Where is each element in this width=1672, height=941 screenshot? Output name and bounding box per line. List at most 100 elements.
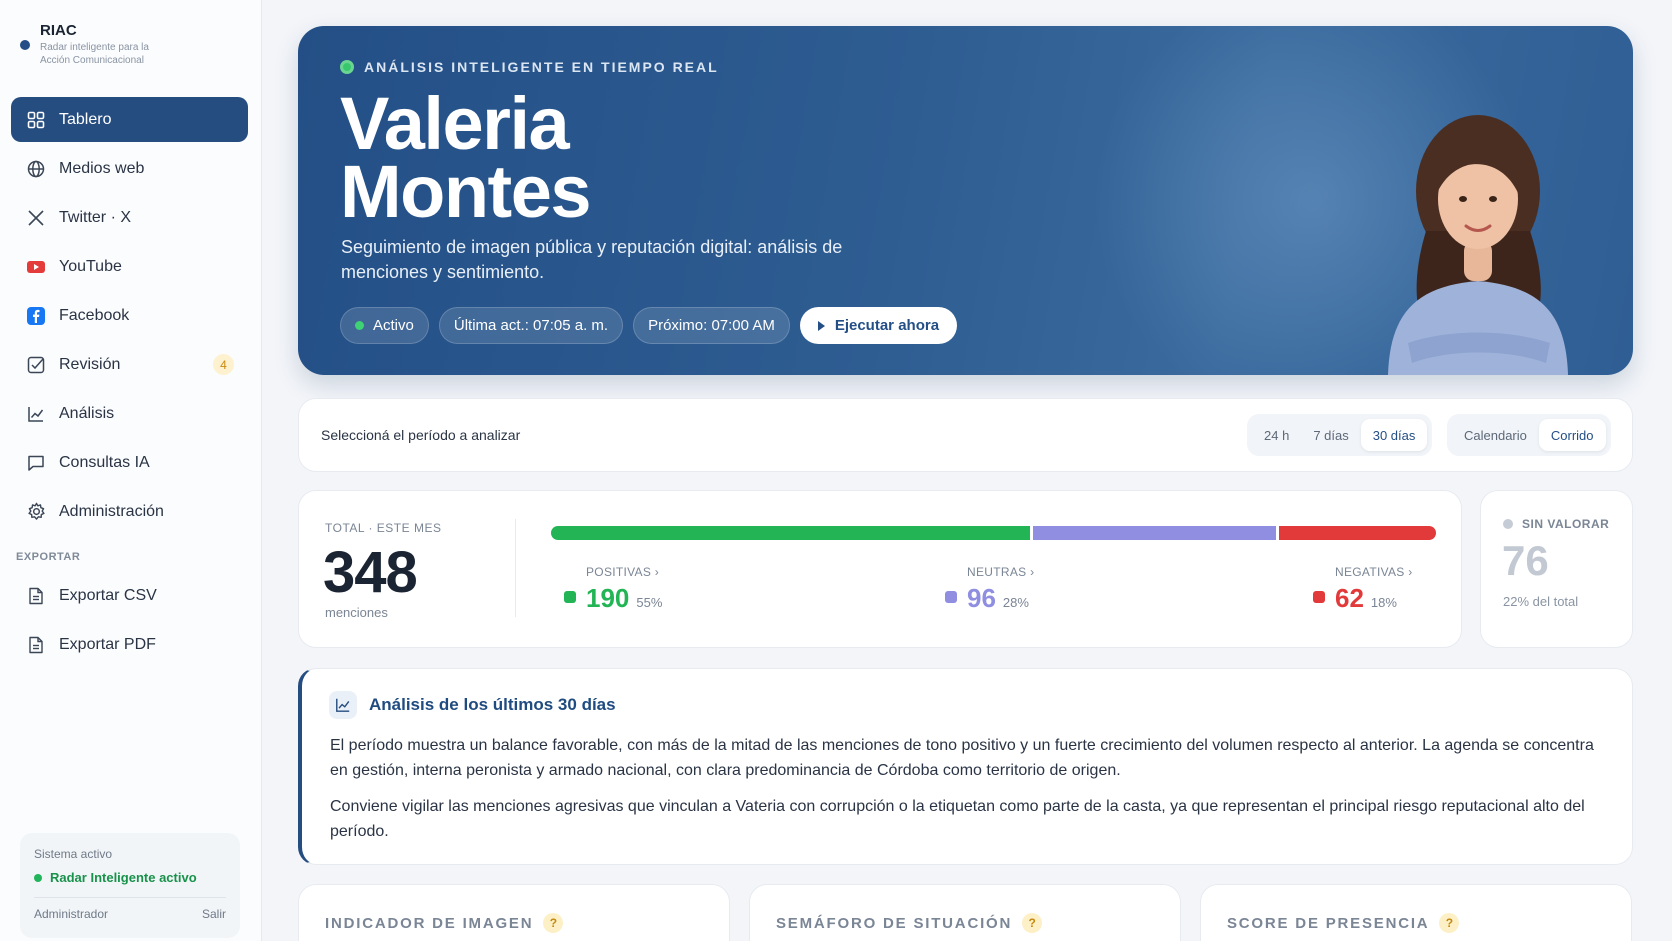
neutral-dot-icon [945,591,957,603]
negative-label: NEGATIVAS › [1335,565,1413,579]
range-segmented-control: 24 h 7 días 30 días [1247,414,1433,456]
system-status-card: Sistema activo Radar Inteligente activo … [20,833,240,938]
youtube-icon [25,256,47,278]
range-30d-button[interactable]: 30 días [1360,419,1428,451]
help-icon[interactable]: ? [1022,913,1043,933]
check-square-icon [25,354,47,376]
presence-score-card: SCORE DE PRESENCIA ? [1200,884,1632,941]
sidebar-item-label: Análisis [59,404,115,422]
sidebar-item-label: Twitter · X [59,208,132,226]
positive-segment [551,526,1030,540]
mode-segmented-control: Calendario Corrido [1447,414,1611,456]
profile-last-name: Montes [340,150,592,233]
sidebar-item-label: YouTube [59,257,122,275]
sidebar-item-medios-web[interactable]: Medios web [11,146,248,191]
file-icon [25,585,47,607]
total-mentions: 348 [323,540,418,605]
analysis-title: Análisis de los últimos 30 días [369,695,616,714]
period-selector: Seleccioná el período a analizar 24 h 7 … [298,398,1633,472]
last-update-pill: Última act.: 07:05 a. m. [438,307,624,344]
divider [515,519,516,617]
unrated-value: 76 [1502,537,1549,584]
profile-name: Valeria Montes [340,87,592,233]
facebook-icon [25,305,47,327]
positive-pct: 55% [636,595,663,610]
image-indicator-title: INDICADOR DE IMAGEN [325,914,534,932]
neutral-segment [1032,526,1277,540]
hero-subtitle: Seguimiento de imagen pública y reputaci… [341,237,843,282]
range-24h-button[interactable]: 24 h [1252,419,1301,451]
neutral-value: 96 [967,583,996,613]
system-status: Radar Inteligente activo [34,870,226,885]
chat-icon [25,452,47,474]
neutral-pct: 28% [1002,595,1029,610]
mode-calendar-button[interactable]: Calendario [1452,419,1539,451]
run-now-button[interactable]: Ejecutar ahora [799,307,958,344]
run-now-label: Ejecutar ahora [834,317,940,334]
globe-icon [25,158,47,180]
help-icon[interactable]: ? [1439,913,1460,933]
positive-value: 190 [586,583,630,613]
logout-link[interactable]: Salir [202,907,226,921]
user-role: Administrador [34,907,109,921]
unrated-label: SIN VALORAR [1522,517,1610,531]
sidebar-item-facebook[interactable]: Facebook [11,293,248,338]
neutral-stat[interactable]: NEUTRAS › 96 28% [945,565,1034,614]
sentiment-stacked-bar [551,526,1436,540]
negative-stat[interactable]: NEGATIVAS › 62 18% [1313,565,1413,614]
traffic-light-title-row: SEMÁFORO DE SITUACIÓN ? [776,913,1043,933]
brand-logo-icon [20,40,30,50]
sidebar-item-analisis[interactable]: Análisis [11,391,248,436]
sidebar-item-administracion[interactable]: Administración [11,489,248,534]
help-icon[interactable]: ? [543,913,564,933]
hero-kicker: ANÁLISIS INTELIGENTE EN TIEMPO REAL [340,59,719,75]
range-7d-button[interactable]: 7 días [1301,419,1360,451]
unrated-pct: 22% del total [1503,594,1579,609]
ai-analysis-card: Análisis de los últimos 30 días El perío… [298,668,1633,865]
export-pdf-label: Exportar PDF [59,635,156,653]
neutral-label: NEUTRAS › [967,565,1035,579]
line-chart-icon [329,691,357,719]
presence-score-title-row: SCORE DE PRESENCIA ? [1227,913,1460,933]
status-dot-icon [34,873,42,882]
negative-value: 62 [1335,583,1364,613]
file-icon [25,634,47,656]
unrated-dot-icon [1503,519,1513,529]
positive-dot-icon [564,591,576,603]
review-count-badge: 4 [213,354,234,375]
next-run-pill: Próximo: 07:00 AM [633,307,790,344]
total-unit: menciones [325,605,388,620]
live-dot-icon [340,60,354,74]
grid-icon [25,109,47,131]
sidebar-item-tablero[interactable]: Tablero [11,97,248,142]
brand[interactable]: RIAC Radar inteligente para la Acción Co… [20,22,170,67]
line-chart-icon [25,403,47,425]
unrated-card[interactable]: SIN VALORAR 76 22% del total [1480,490,1633,648]
profile-portrait [1388,115,1568,375]
total-label: TOTAL · ESTE MES [325,521,442,535]
active-dot-icon [355,321,364,330]
sentiment-summary-card: TOTAL · ESTE MES 348 menciones POSITIVAS… [298,490,1462,648]
sidebar-item-revision[interactable]: Revisión 4 [11,342,248,387]
sidebar-item-consultas-ia[interactable]: Consultas IA [11,440,248,485]
positive-label: POSITIVAS › [586,565,660,579]
system-status-label: Radar Inteligente activo [50,870,197,885]
hero-kicker-label: ANÁLISIS INTELIGENTE EN TIEMPO REAL [364,59,719,75]
mode-rolling-button[interactable]: Corrido [1538,419,1606,451]
divider [34,897,226,898]
export-section-label: EXPORTAR [16,551,81,563]
hero-status-row: Activo Última act.: 07:05 a. m. Próximo:… [340,307,958,344]
negative-segment [1279,526,1436,540]
user-row: Administrador Salir [34,907,226,921]
export-csv-button[interactable]: Exportar CSV [11,573,248,618]
sidebar-item-label: Administración [59,502,164,520]
gear-icon [25,501,47,523]
sidebar-item-twitter[interactable]: Twitter · X [11,195,248,240]
positive-stat[interactable]: POSITIVAS › 190 55% [564,565,662,614]
sidebar-item-label: Tablero [59,110,112,128]
period-label: Seleccioná el período a analizar [321,427,521,443]
traffic-light-card: SEMÁFORO DE SITUACIÓN ? [749,884,1181,941]
sidebar-item-youtube[interactable]: YouTube [11,244,248,289]
status-pill: Activo [340,307,429,344]
export-pdf-button[interactable]: Exportar PDF [11,622,248,667]
